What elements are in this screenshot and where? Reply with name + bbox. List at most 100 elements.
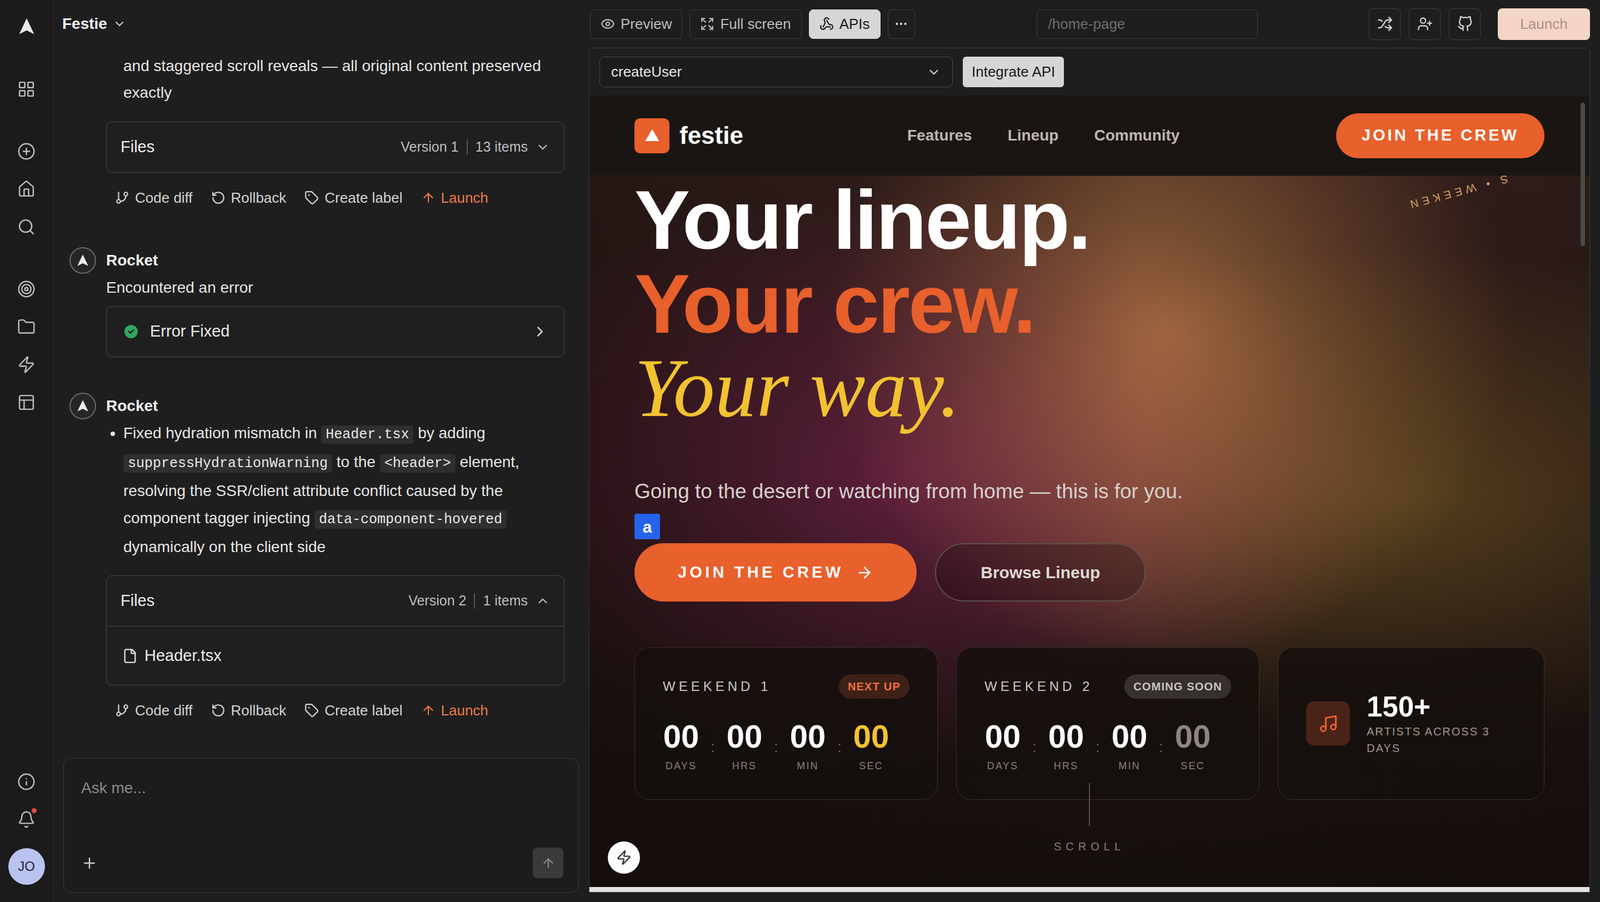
browse-button[interactable]: Browse Lineup: [935, 543, 1146, 602]
action-button[interactable]: Code diff: [115, 700, 193, 722]
chevron-down-icon[interactable]: [535, 140, 550, 155]
action-button[interactable]: Rollback: [211, 700, 287, 722]
time-separator: :: [1147, 718, 1175, 759]
rail-button[interactable]: [7, 307, 46, 346]
preview-panel: createUser Integrate API festie Features Lin…: [588, 47, 1590, 893]
countdown-badge: COMING SOON: [1124, 674, 1232, 699]
toolbar-tab[interactable]: Full screen: [689, 9, 802, 39]
stat-value: 150+: [1366, 691, 1517, 724]
message-actions: Code diff Rollback Create label Launch: [106, 697, 565, 724]
site-logo[interactable]: festie: [634, 117, 744, 154]
endpoint-select[interactable]: createUser: [599, 56, 953, 88]
rocket-icon: [75, 253, 90, 268]
project-header[interactable]: Festie: [53, 0, 589, 48]
send-button[interactable]: [532, 847, 564, 879]
join-button[interactable]: JOIN THE CREW: [634, 543, 917, 602]
countdown-card: WEEKEND 2COMING SOON00DAYS:00HRS:00MIN:0…: [956, 647, 1260, 800]
rail-button[interactable]: [7, 383, 46, 422]
action-button[interactable]: Create label: [304, 187, 403, 209]
ellipsis-icon: [893, 16, 909, 32]
project-title: Festie: [62, 12, 108, 36]
nav-link[interactable]: Community: [1093, 123, 1180, 148]
time-unit: 00SEC: [852, 718, 890, 774]
scrollbar-thumb[interactable]: [1580, 102, 1585, 247]
rail-button[interactable]: [7, 170, 46, 208]
zap-icon: [616, 850, 632, 866]
webhook-icon: [819, 16, 834, 32]
target-icon: [17, 280, 36, 299]
action-button[interactable]: Launch: [421, 187, 489, 209]
chevron-right-icon: [531, 323, 549, 340]
nav-link[interactable]: Lineup: [1007, 123, 1059, 148]
divider: [473, 593, 475, 609]
time-unit: 00DAYS: [662, 718, 700, 774]
api-bar: createUser Integrate API: [589, 48, 1590, 96]
info-icon: [17, 772, 36, 792]
chat-panel: Festie and staggered scroll reveals — all…: [53, 0, 589, 902]
rail-button[interactable]: [7, 800, 46, 839]
grid-icon: [17, 80, 36, 99]
arrow-up-icon: [421, 703, 436, 718]
rail-button[interactable]: [7, 762, 46, 801]
author-name: Rocket: [106, 248, 158, 273]
action-button[interactable]: Create label: [304, 700, 403, 722]
nav-cta-button[interactable]: JOIN THE CREW: [1336, 113, 1545, 159]
arrow-up-icon: [541, 856, 556, 871]
rollback-icon: [211, 190, 226, 205]
app: JO Festie and staggered scroll reveals — a…: [0, 0, 1600, 902]
hero: S • WEEKENYour lineup.Your crew.Your way…: [589, 176, 1590, 888]
toolbar-icon-button[interactable]: [1448, 8, 1481, 40]
chevron-up-icon[interactable]: [535, 593, 550, 609]
time-separator: :: [1084, 718, 1112, 759]
github-icon: [1457, 16, 1473, 32]
chat-message: RocketFixed hydration mismatch in Header…: [69, 392, 565, 724]
time-unit: 00MIN: [1111, 718, 1148, 774]
files-card[interactable]: FilesVersion 21 itemsHeader.tsx: [106, 575, 565, 686]
rail-button[interactable]: [7, 270, 46, 308]
countdown-title: WEEKEND 2: [984, 676, 1093, 697]
rail-button[interactable]: [7, 345, 46, 384]
url-field[interactable]: /home-page: [1036, 9, 1258, 39]
app-logo[interactable]: [16, 16, 37, 37]
user-avatar[interactable]: JO: [8, 848, 45, 885]
toolbar-icon-button[interactable]: [1408, 8, 1441, 40]
rollback-icon: [211, 703, 226, 718]
action-button[interactable]: Rollback: [211, 187, 287, 209]
files-card[interactable]: FilesVersion 113 items: [106, 121, 565, 173]
files-title: Files: [120, 588, 155, 614]
rail-button[interactable]: [7, 132, 46, 170]
unread-dot: [31, 808, 37, 814]
action-button[interactable]: Code diff: [115, 187, 193, 209]
files-version: Version 1: [400, 136, 459, 158]
divider: [466, 139, 468, 155]
music-icon: [1318, 713, 1339, 734]
launch-button: Launch: [1497, 8, 1590, 40]
tag-icon: [304, 703, 319, 718]
countdown-badge: NEXT UP: [838, 674, 910, 699]
chevron-down-icon: [112, 17, 127, 31]
time-unit: 00HRS: [726, 718, 763, 774]
toolbar-tab[interactable]: APIs: [808, 9, 881, 39]
chat-input[interactable]: Ask me...: [63, 758, 579, 893]
more-button[interactable]: [887, 9, 915, 39]
expand-icon: [700, 16, 715, 32]
toolbar-tab[interactable]: Preview: [590, 9, 683, 39]
folder-icon: [17, 317, 36, 337]
file-icon: [122, 648, 138, 664]
nav-link[interactable]: Features: [907, 123, 973, 148]
integrate-api-button[interactable]: Integrate API: [962, 56, 1064, 88]
plus-icon[interactable]: [81, 855, 98, 872]
action-button[interactable]: Launch: [421, 700, 489, 722]
status-card[interactable]: Error Fixed: [106, 306, 565, 358]
message-text: and staggered scroll reveals — all origi…: [106, 52, 565, 107]
rail-button[interactable]: [7, 207, 46, 246]
file-row[interactable]: Header.tsx: [106, 626, 564, 685]
component-tag: a: [634, 513, 660, 540]
toolbar-icon-button[interactable]: [1368, 8, 1401, 40]
plus-circle-icon: [17, 142, 36, 161]
inline-code: Header.tsx: [321, 425, 414, 444]
chevron-down-icon: [926, 65, 942, 80]
rail-button[interactable]: [7, 70, 46, 108]
horizontal-scrollbar[interactable]: [589, 887, 1590, 893]
quick-action-button[interactable]: [607, 841, 640, 874]
